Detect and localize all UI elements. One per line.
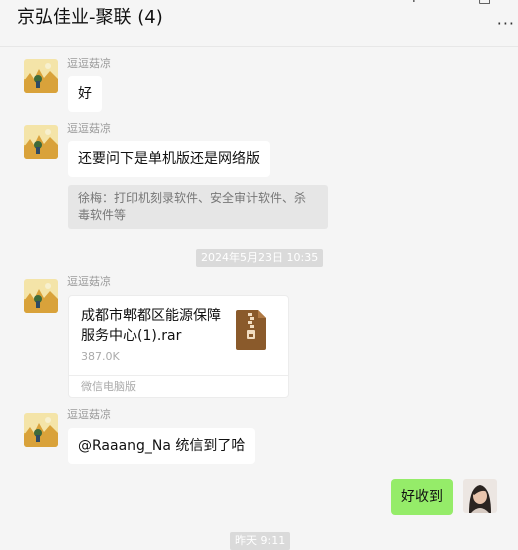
message-bubble[interactable]: @Raaang_Na 统信到了哈 <box>68 428 256 464</box>
quote-separator: ： <box>102 191 115 205</box>
file-name: 成都市郫都区能源保障服务中心(1).rar <box>81 308 221 344</box>
avatar[interactable] <box>24 59 58 93</box>
zip-archive-icon <box>236 310 266 354</box>
maximize-icon[interactable]: □ <box>478 0 491 5</box>
my-avatar[interactable] <box>463 479 497 513</box>
message-bubble[interactable]: 还要问下是单机版还是网络版 <box>68 141 270 177</box>
pin-icon[interactable]: + <box>408 0 420 5</box>
sender-name: 逗逗菇凉 <box>67 408 111 421</box>
avatar[interactable] <box>24 279 58 313</box>
avatar[interactable] <box>24 125 58 159</box>
chat-header: 京弘佳业-聚联 (4) + □ ··· <box>0 0 518 47</box>
file-source: 微信电脑版 <box>69 375 288 397</box>
quote-author: 徐梅 <box>78 191 103 205</box>
timestamp: 2024年5月23日 10:35 <box>196 249 324 267</box>
more-options-icon[interactable]: ··· <box>497 14 515 33</box>
sender-name: 逗逗菇凉 <box>67 122 111 135</box>
sender-name: 逗逗菇凉 <box>67 275 111 288</box>
timestamp: 昨天 9:11 <box>230 532 291 550</box>
chat-title: 京弘佳业-聚联 (4) <box>17 7 163 28</box>
avatar[interactable] <box>24 413 58 447</box>
sender-name: 逗逗菇凉 <box>67 57 111 70</box>
quoted-message[interactable]: 徐梅：打印机刻录软件、安全审计软件、杀毒软件等 <box>68 185 328 229</box>
file-message[interactable]: 成都市郫都区能源保障服务中心(1).rar 387.0K 微信电脑版 <box>68 295 289 398</box>
chat-window: 京弘佳业-聚联 (4) + □ ··· 逗逗菇凉 好 逗逗菇凉 还要问下是单机版… <box>0 0 518 550</box>
file-size: 387.0K <box>81 350 120 363</box>
message-bubble[interactable]: 好 <box>68 76 102 112</box>
my-message-bubble[interactable]: 好收到 <box>391 479 453 515</box>
